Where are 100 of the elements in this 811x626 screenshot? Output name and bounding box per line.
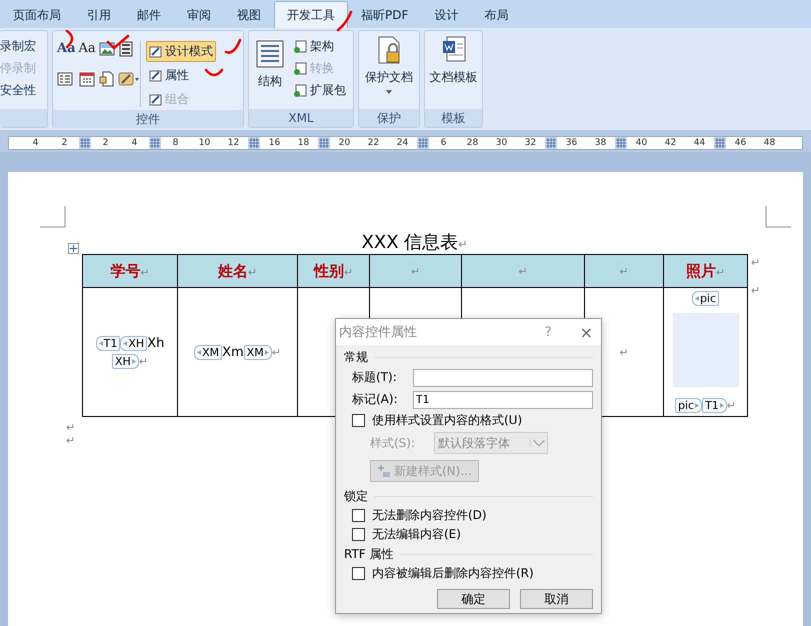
paragraph-mark: ↵ (726, 399, 736, 412)
ribbon-tab[interactable]: 审阅 (174, 1, 224, 28)
macro-button[interactable]: 安全性 (0, 81, 47, 99)
checkbox-label: 使用样式设置内容的格式(U) (372, 412, 522, 429)
content-control-tag[interactable]: T1 (702, 398, 727, 413)
document-icon[interactable] (98, 71, 115, 87)
column-marker-icon[interactable] (248, 137, 260, 149)
document-title: XXX 信息表 (362, 232, 458, 253)
checkbox-label: 无法删除内容控件(D) (372, 507, 487, 524)
header-text: 照片 (686, 262, 716, 280)
content-control-tag[interactable]: XM (244, 344, 272, 360)
ribbon-button[interactable]: 扩展包 (293, 81, 346, 100)
column-marker-icon[interactable] (417, 137, 429, 149)
ruler-number: 38 (594, 138, 608, 148)
paragraph-mark: ↵ (140, 266, 150, 278)
section-heading: 锁定 (344, 488, 368, 504)
ruler-number: 4 (32, 138, 40, 148)
ribbon-tab[interactable]: 福昕PDF (348, 1, 422, 28)
ribbon-tab[interactable]: 布局 (471, 1, 522, 28)
ribbon-button[interactable]: 设计模式 (146, 41, 216, 62)
paragraph-mark: ↵ (619, 265, 629, 278)
checkbox[interactable] (352, 567, 365, 580)
content-control-tag[interactable]: XM (194, 344, 222, 360)
ruler-number: 20 (338, 138, 352, 148)
ruler-number: 24 (396, 138, 410, 148)
column-marker-icon[interactable] (149, 137, 161, 149)
content-control-tag[interactable]: pic (674, 398, 702, 413)
table-move-handle-icon[interactable] (68, 243, 79, 254)
pencil-icon (149, 92, 163, 106)
content-control-tag[interactable]: XH (120, 336, 148, 350)
ribbon-button[interactable]: 属性 (146, 65, 192, 86)
header-text: 姓名 (218, 262, 248, 280)
paragraph-mark: ↵ (344, 266, 354, 278)
ok-button[interactable]: 确定 (437, 589, 510, 609)
rich-text-control-button[interactable]: Aa (57, 41, 76, 57)
pencil-icon (149, 44, 163, 58)
header-text: 性别 (314, 262, 344, 280)
content-control-tag[interactable]: T1 (96, 336, 120, 350)
paragraph-mark: ↵ (66, 434, 76, 447)
ribbon-tab[interactable]: 视图 (224, 1, 274, 28)
margin-corner-mark (40, 206, 66, 228)
triangle-icon (694, 296, 699, 301)
close-button[interactable]: × (580, 322, 593, 342)
document-template-button[interactable]: 文档模板 (430, 33, 478, 109)
content-control-tag[interactable]: pic (692, 291, 720, 306)
column-marker-icon[interactable] (79, 137, 91, 149)
header-text: 学号 (110, 262, 140, 280)
triangle-icon (264, 350, 269, 354)
tag-input-field[interactable]: T1 (412, 390, 593, 408)
ruler-number: 28 (466, 138, 480, 148)
field-label: 样式(S): (370, 434, 416, 452)
calendar-icon[interactable] (78, 71, 95, 87)
tools-icon[interactable] (118, 71, 140, 87)
column-marker-icon[interactable] (318, 137, 330, 149)
structure-button[interactable]: 结构 (255, 37, 285, 109)
paragraph-mark: ↵ (518, 265, 528, 278)
ribbon-button[interactable]: 架构 (293, 37, 346, 56)
structure-icon (255, 39, 285, 69)
paragraph-mark: ↵ (751, 256, 760, 269)
ribbon-tab[interactable]: 设计 (421, 1, 472, 28)
picture-icon[interactable] (98, 41, 115, 57)
group-label: 保护 (359, 109, 419, 127)
title-input-field[interactable] (412, 368, 593, 386)
checkbox[interactable] (352, 528, 365, 541)
ribbon-tab[interactable]: 引用 (74, 1, 124, 28)
ruler-number: 32 (524, 138, 538, 148)
checkbox[interactable] (352, 414, 365, 427)
macro-button[interactable]: 录制宏 (0, 37, 47, 55)
group-label: 模板 (425, 109, 482, 127)
caret-icon (386, 90, 392, 94)
paragraph-mark: ↵ (751, 284, 760, 297)
ruler-number: 46 (734, 138, 748, 148)
column-marker-icon[interactable] (714, 137, 726, 149)
ruler-number: 4 (130, 138, 138, 148)
ruler-number: 2 (60, 138, 68, 148)
group-footer (0, 109, 47, 127)
triangle-icon (695, 403, 700, 408)
form-icon[interactable] (57, 71, 73, 87)
protect-document-button[interactable]: 保护文档 (365, 33, 413, 109)
document-plus-icon (293, 84, 307, 98)
column-marker-icon[interactable] (615, 137, 627, 149)
ribbon-tab[interactable]: 页面布局 (0, 1, 74, 28)
cancel-button[interactable]: 取消 (520, 589, 593, 609)
ribbon-tab[interactable]: 开发工具 (274, 1, 348, 28)
ruler-number: 16 (268, 138, 282, 148)
ruler-number: 10 (198, 138, 212, 148)
content-control-tag[interactable]: XH (112, 354, 139, 368)
ruler-number: 6 (440, 138, 448, 148)
checkbox-label: 无法编辑内容(E) (372, 526, 461, 543)
ruler-number: 18 (296, 138, 310, 148)
annotation-mark (204, 68, 224, 76)
annotation-mark (336, 10, 352, 32)
ruler-number: 30 (494, 138, 508, 148)
list-icon[interactable] (118, 41, 134, 57)
paragraph-mark: ↵ (66, 421, 76, 434)
ribbon-tab[interactable]: 邮件 (124, 1, 174, 28)
checkbox[interactable] (352, 509, 365, 522)
plain-text-control-button[interactable]: Aa (78, 41, 96, 57)
ruler-number: 48 (762, 138, 776, 148)
column-marker-icon[interactable] (545, 137, 557, 149)
